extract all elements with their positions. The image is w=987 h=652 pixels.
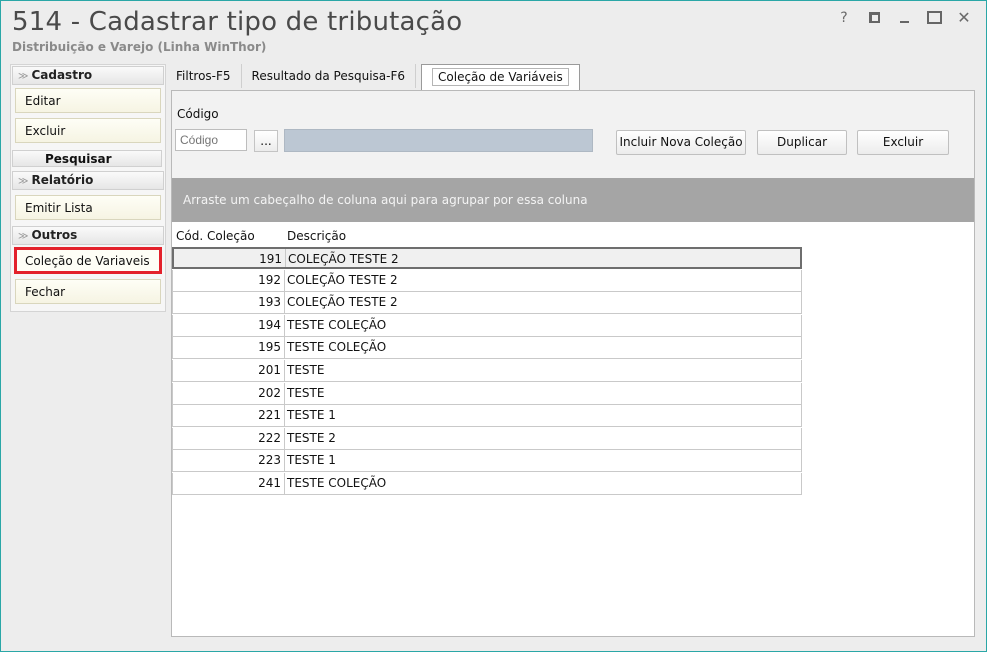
- data-grid: Cód. Coleção Descrição 191 COLEÇÃO TESTE …: [172, 222, 974, 636]
- minimize-icon[interactable]: [896, 9, 912, 27]
- excluir-button[interactable]: Excluir: [857, 130, 949, 155]
- window-controls: ? ✕: [836, 9, 972, 27]
- incluir-nova-colecao-button[interactable]: Incluir Nova Coleção: [616, 130, 746, 155]
- cell-descricao: COLEÇÃO TESTE 2: [287, 295, 398, 310]
- cell-descricao: TESTE 1: [287, 408, 336, 423]
- cell-descricao: TESTE 1: [287, 453, 336, 468]
- cell-descricao: COLEÇÃO TESTE 2: [287, 272, 398, 287]
- table-row[interactable]: 194 TESTE COLEÇÃO: [172, 314, 802, 337]
- sidebar-item-editar[interactable]: Editar: [15, 88, 161, 113]
- table-row[interactable]: 202 TESTE: [172, 382, 802, 405]
- cell-descricao: COLEÇÃO TESTE 2: [288, 252, 399, 266]
- main-panel: Código ... Incluir Nova Coleção Duplicar…: [171, 90, 975, 637]
- sidebar-header-cadastro[interactable]: ≫ Cadastro: [12, 66, 164, 85]
- app-window: 514 - Cadastrar tipo de tributação Distr…: [0, 0, 987, 652]
- table-row[interactable]: 223 TESTE 1: [172, 450, 802, 473]
- cell-descricao: TESTE COLEÇÃO: [287, 476, 387, 490]
- codigo-label: Código: [177, 107, 219, 121]
- sidebar-item-fechar[interactable]: Fechar: [15, 279, 161, 304]
- table-row[interactable]: 221 TESTE 1: [172, 405, 802, 428]
- codigo-input[interactable]: [175, 129, 247, 151]
- cell-codigo: 201: [173, 360, 285, 381]
- tab-resultado-pesquisa[interactable]: Resultado da Pesquisa-F6: [242, 64, 417, 88]
- cell-descricao: TESTE COLEÇÃO: [287, 317, 387, 332]
- tab-label: Coleção de Variáveis: [432, 68, 569, 86]
- group-by-bar[interactable]: Arraste um cabeçalho de coluna aqui para…: [172, 178, 974, 222]
- column-header-descricao[interactable]: Descrição: [287, 229, 346, 243]
- lookup-button[interactable]: ...: [254, 130, 278, 152]
- close-icon[interactable]: ✕: [956, 9, 972, 27]
- help-icon[interactable]: ?: [836, 9, 852, 27]
- duplicar-button[interactable]: Duplicar: [757, 130, 847, 155]
- table-row[interactable]: 222 TESTE 2: [172, 427, 802, 450]
- sidebar-header-outros[interactable]: ≫ Outros: [12, 226, 164, 245]
- sidebar-item-emitir-lista[interactable]: Emitir Lista: [15, 195, 161, 220]
- table-row[interactable]: 195 TESTE COLEÇÃO: [172, 337, 802, 360]
- tab-filtros[interactable]: Filtros-F5: [166, 64, 242, 88]
- chevron-up-icon: ≫: [18, 71, 29, 82]
- window-title: 514 - Cadastrar tipo de tributação: [12, 7, 463, 37]
- sidebar-header-label: Cadastro: [31, 68, 93, 82]
- cell-descricao: TESTE COLEÇÃO: [287, 340, 387, 355]
- cell-codigo: 221: [173, 405, 285, 427]
- maximize-icon[interactable]: [926, 9, 942, 27]
- cell-codigo: 193: [173, 292, 285, 314]
- cell-codigo: 202: [173, 382, 285, 404]
- cell-codigo: 241: [173, 473, 285, 494]
- restore-icon[interactable]: [866, 9, 882, 27]
- chevron-up-icon: ≫: [18, 231, 29, 242]
- window-subtitle: Distribuição e Varejo (Linha WinThor): [12, 40, 267, 54]
- cell-codigo: 223: [173, 450, 285, 472]
- cell-codigo: 194: [173, 314, 285, 336]
- cell-descricao: TESTE 2: [287, 430, 336, 445]
- sidebar-item-excluir[interactable]: Excluir: [15, 118, 161, 143]
- description-field: [284, 129, 593, 152]
- cell-descricao: TESTE: [287, 385, 325, 400]
- column-header-codigo[interactable]: Cód. Coleção: [176, 229, 255, 243]
- sidebar-header-label: Relatório: [31, 173, 94, 187]
- sidebar-header-relatorio[interactable]: ≫ Relatório: [12, 171, 164, 190]
- sidebar-header-label: Outros: [31, 228, 78, 242]
- table-row[interactable]: 201 TESTE: [172, 360, 802, 382]
- cell-codigo: 222: [173, 427, 285, 449]
- cell-codigo: 192: [173, 269, 285, 291]
- table-row[interactable]: 191 COLEÇÃO TESTE 2: [172, 247, 802, 269]
- sidebar-item-colecao-variaveis[interactable]: Coleção de Variaveis: [14, 247, 162, 274]
- cell-descricao: TESTE: [287, 363, 325, 377]
- tab-bar: Filtros-F5 Resultado da Pesquisa-F6 Cole…: [166, 64, 580, 90]
- sidebar: ≫ Cadastro Editar Excluir Pesquisar ≫ Rela…: [10, 64, 166, 312]
- table-row[interactable]: 192 COLEÇÃO TESTE 2: [172, 269, 802, 292]
- chevron-up-icon: ≫: [18, 176, 29, 187]
- tab-colecao-variaveis[interactable]: Coleção de Variáveis: [421, 64, 580, 90]
- sidebar-header-pesquisar[interactable]: Pesquisar: [12, 150, 162, 167]
- cell-codigo: 191: [174, 249, 286, 267]
- grid-header: Cód. Coleção Descrição: [172, 222, 812, 246]
- table-row[interactable]: 241 TESTE COLEÇÃO: [172, 473, 802, 495]
- table-row[interactable]: 193 COLEÇÃO TESTE 2: [172, 292, 802, 315]
- cell-codigo: 195: [173, 337, 285, 359]
